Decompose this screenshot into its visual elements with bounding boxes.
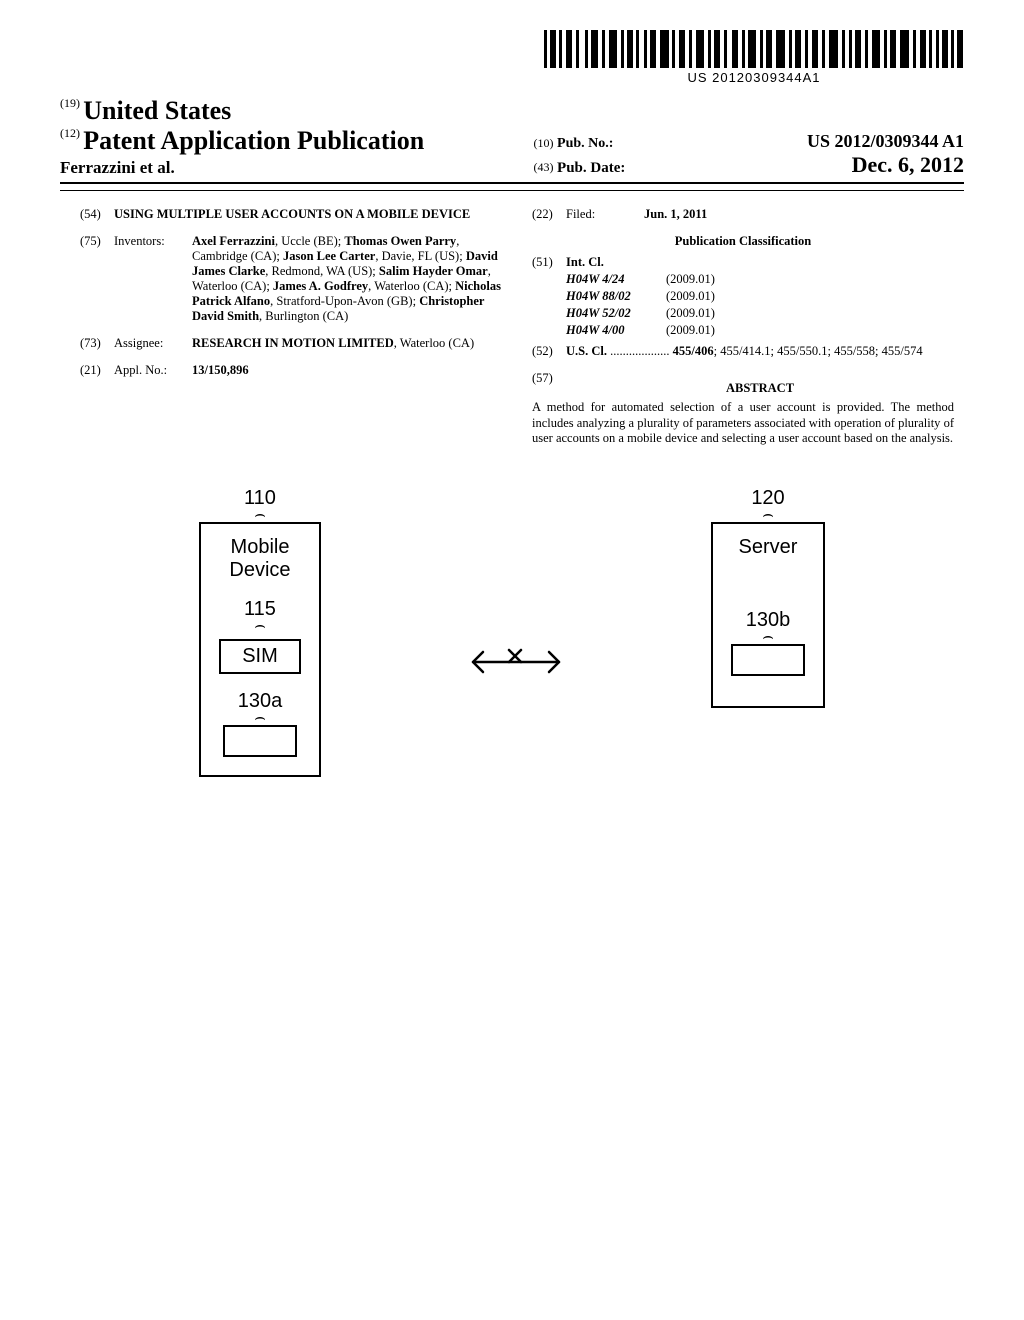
us-cl-dots: ...................	[607, 344, 673, 358]
doc-type: Patent Application Publication	[83, 126, 424, 155]
assignee: RESEARCH IN MOTION LIMITED, Waterloo (CA…	[192, 336, 502, 351]
inventor-loc: , Burlington (CA)	[259, 309, 348, 323]
int-cl-code: H04W 4/24	[566, 272, 666, 287]
us-cl-main: 455/406	[673, 344, 714, 358]
inventors-list: Axel Ferrazzini, Uccle (BE); Thomas Owen…	[192, 234, 502, 324]
int-cl-code: H04W 52/02	[566, 306, 666, 321]
prefix-12: (12)	[60, 126, 80, 140]
int-cl-list: H04W 4/24(2009.01)H04W 88/02(2009.01)H04…	[532, 272, 954, 338]
int-cl-year: (2009.01)	[666, 323, 715, 338]
assignee-name: RESEARCH IN MOTION LIMITED	[192, 336, 394, 350]
sim-label: SIM	[219, 639, 301, 674]
field-57-num: (57)	[532, 371, 566, 396]
int-cl-year: (2009.01)	[666, 272, 715, 287]
ref-arc-icon: ⌢	[711, 510, 825, 518]
us-cl: U.S. Cl. ................... 455/406; 45…	[566, 344, 954, 359]
box-130a	[223, 725, 297, 757]
prefix-19: (19)	[60, 96, 80, 110]
prefix-10: (10)	[534, 136, 554, 150]
inventor-name: Jason Lee Carter	[283, 249, 375, 263]
us-cl-rest: ; 455/414.1; 455/550.1; 455/558; 455/574	[714, 344, 923, 358]
pub-date-label: Pub. Date:	[557, 160, 625, 176]
classification-heading: Publication Classification	[532, 234, 954, 249]
inventor-loc: , Davie, FL (US);	[375, 249, 466, 263]
ref-arc-icon: ⌢	[219, 621, 301, 629]
ref-arc-icon: ⌢	[219, 713, 301, 721]
field-73-num: (73)	[80, 336, 114, 351]
int-cl-row: H04W 4/00(2009.01)	[532, 323, 954, 338]
pub-no-label: Pub. No.:	[557, 136, 613, 151]
field-75-label: Inventors:	[114, 234, 192, 324]
int-cl-row: H04W 88/02(2009.01)	[532, 289, 954, 304]
right-column: (22) Filed: Jun. 1, 2011 Publication Cla…	[532, 207, 954, 447]
header: (19) United States (12) Patent Applicati…	[60, 96, 964, 184]
mobile-device-label: MobileDevice	[219, 536, 301, 582]
field-54-num: (54)	[80, 207, 114, 222]
field-21-label: Appl. No.:	[114, 363, 192, 378]
field-52-num: (52)	[532, 344, 566, 359]
figure-right-block: 120 ⌢ Server 130b ⌢	[711, 487, 825, 777]
ref-arc-icon: ⌢	[199, 510, 321, 518]
left-column: (54) USING MULTIPLE USER ACCOUNTS ON A M…	[80, 207, 502, 447]
assignee-loc: , Waterloo (CA)	[394, 336, 474, 350]
field-51-label: Int. Cl.	[566, 255, 604, 270]
field-21-num: (21)	[80, 363, 114, 378]
abstract-text: A method for automated selection of a us…	[532, 400, 954, 447]
inventor-loc: , Redmond, WA (US);	[265, 264, 379, 278]
int-cl-year: (2009.01)	[666, 289, 715, 304]
pub-date: Dec. 6, 2012	[852, 152, 964, 178]
int-cl-code: H04W 88/02	[566, 289, 666, 304]
bidirectional-arrow-icon	[461, 642, 571, 682]
inventor-name: Axel Ferrazzini	[192, 234, 275, 248]
barcode: US 20120309344A1	[544, 30, 964, 85]
prefix-43: (43)	[534, 160, 554, 174]
int-cl-row: H04W 4/24(2009.01)	[532, 272, 954, 287]
inventor-name: Thomas Owen Parry	[344, 234, 456, 248]
inventor-name: Salim Hayder Omar	[379, 264, 488, 278]
field-22-num: (22)	[532, 207, 566, 222]
barcode-number: US 20120309344A1	[544, 70, 964, 85]
invention-title: USING MULTIPLE USER ACCOUNTS ON A MOBILE…	[114, 207, 502, 222]
field-75-num: (75)	[80, 234, 114, 324]
inventor-loc: , Waterloo (CA);	[368, 279, 455, 293]
country: United States	[83, 96, 231, 125]
int-cl-row: H04W 52/02(2009.01)	[532, 306, 954, 321]
field-51-num: (51)	[532, 255, 566, 270]
pub-no: US 2012/0309344 A1	[807, 131, 964, 152]
barcode-section: US 20120309344A1	[60, 30, 964, 86]
field-73-label: Assignee:	[114, 336, 192, 351]
ref-arc-icon: ⌢	[731, 632, 805, 640]
abstract-heading: ABSTRACT	[566, 381, 954, 396]
box-130b	[731, 644, 805, 676]
appl-no: 13/150,896	[192, 363, 502, 378]
figure-left-block: 110 ⌢ MobileDevice 115 ⌢ SIM 130a ⌢	[199, 487, 321, 777]
us-cl-label: U.S. Cl.	[566, 344, 607, 358]
authors-line: Ferrazzini et al.	[60, 158, 534, 178]
inventor-loc: , Stratford-Upon-Avon (GB);	[270, 294, 419, 308]
field-22-label: Filed:	[566, 207, 644, 222]
inventor-loc: , Uccle (BE);	[275, 234, 344, 248]
server-label: Server	[731, 536, 805, 559]
inventor-name: James A. Godfrey	[273, 279, 368, 293]
figure: 110 ⌢ MobileDevice 115 ⌢ SIM 130a ⌢	[60, 487, 964, 777]
filed-date: Jun. 1, 2011	[644, 207, 954, 222]
int-cl-year: (2009.01)	[666, 306, 715, 321]
int-cl-code: H04W 4/00	[566, 323, 666, 338]
